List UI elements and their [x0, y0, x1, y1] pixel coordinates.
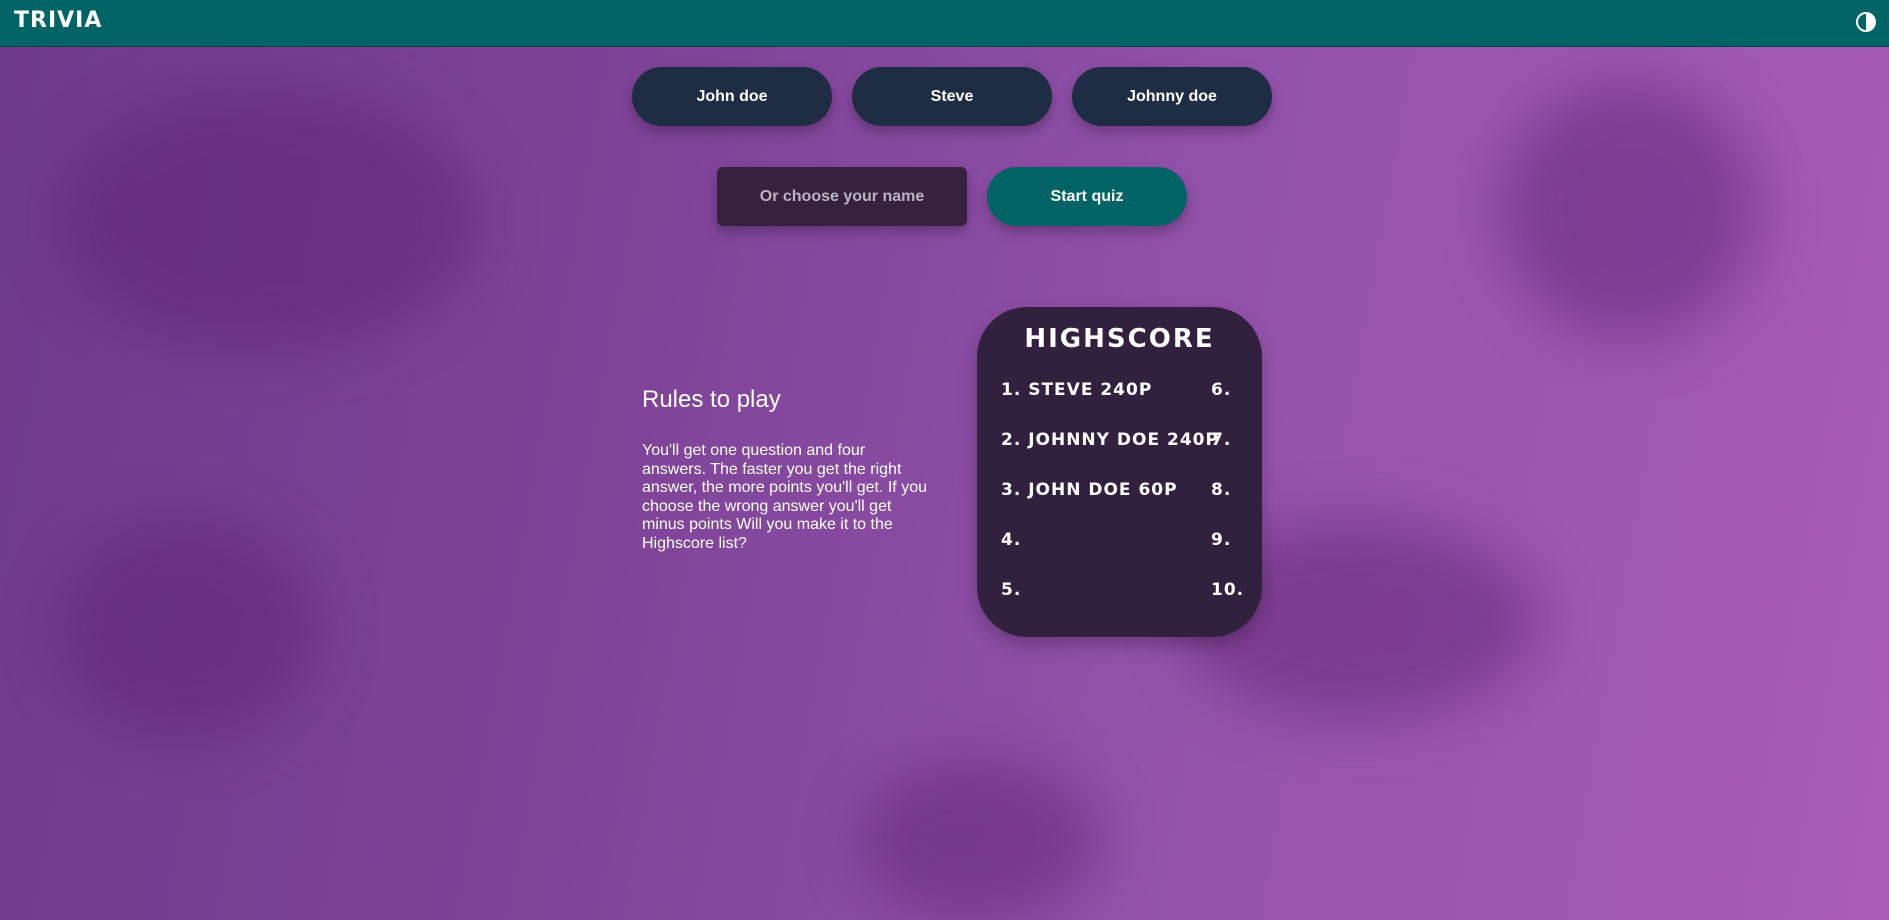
background-shadow: [60, 520, 320, 740]
rules-section: Rules to play You'll get one question an…: [642, 386, 932, 553]
highscore-title: HIGHSCORE: [1024, 324, 1215, 354]
background-shadow: [860, 760, 1100, 920]
header-bar: TRIVIA: [0, 0, 1889, 47]
highscore-entry: 6.: [1211, 380, 1232, 400]
highscore-entry: 3. JOHN DOE 60P: [1001, 480, 1178, 500]
start-quiz-button[interactable]: Start quiz: [987, 167, 1187, 226]
highscore-entry: 8.: [1211, 480, 1232, 500]
rules-text: You'll get one question and four answers…: [642, 442, 927, 552]
highscore-entry: 7.: [1211, 430, 1232, 450]
player-button-steve[interactable]: Steve: [852, 67, 1052, 126]
background-shadow: [60, 90, 480, 350]
highscore-entry: 4.: [1001, 530, 1022, 550]
app-logo[interactable]: TRIVIA: [14, 8, 102, 33]
highscore-entry: 1. STEVE 240P: [1001, 380, 1153, 400]
name-input[interactable]: [717, 167, 967, 226]
highscore-entry: 9.: [1211, 530, 1232, 550]
highscore-card: HIGHSCORE 1. STEVE 240P 2. JOHNNY DOE 24…: [977, 307, 1262, 637]
player-button-john-doe[interactable]: John doe: [632, 67, 832, 126]
player-button-johnny-doe[interactable]: Johnny doe: [1072, 67, 1272, 126]
highscore-entry: 10.: [1211, 580, 1245, 600]
rules-title: Rules to play: [642, 386, 781, 413]
contrast-icon[interactable]: [1855, 11, 1877, 33]
highscore-entry: 5.: [1001, 580, 1022, 600]
highscore-entry: 2. JOHNNY DOE 240P: [1001, 430, 1219, 450]
background-shadow: [1500, 80, 1760, 340]
